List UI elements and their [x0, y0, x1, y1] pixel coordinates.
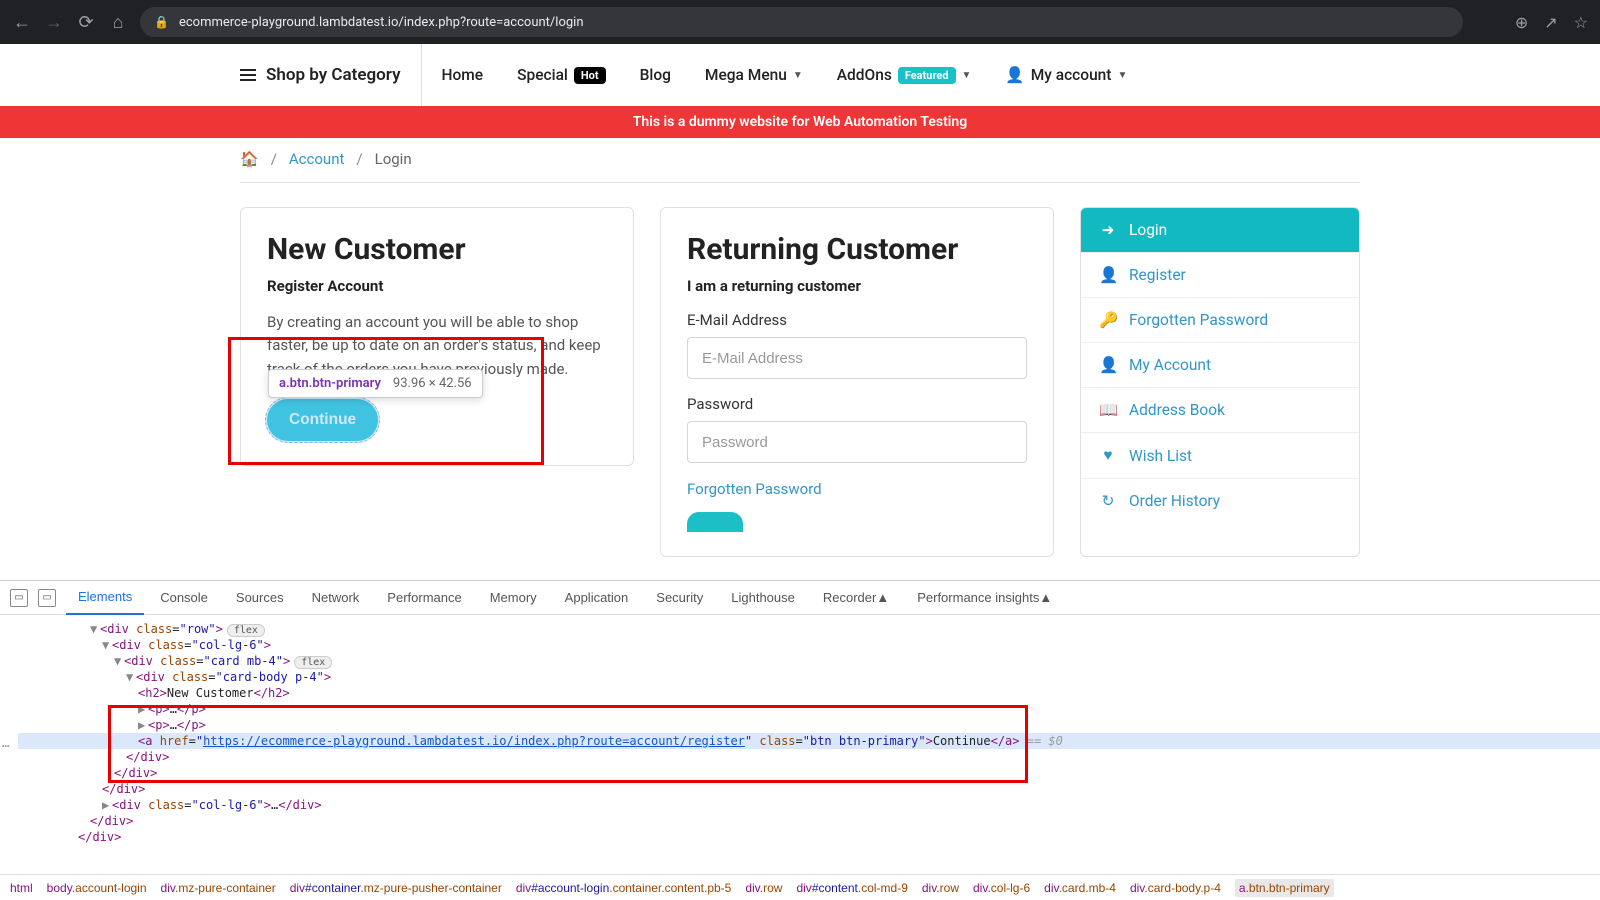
reload-icon[interactable]: ⟳ [76, 12, 96, 33]
tab-perf-insights[interactable]: Performance insights ▲ [905, 581, 1064, 615]
announcement-banner: This is a dummy website for Web Automati… [0, 106, 1600, 138]
sidebar-wish-list[interactable]: ♥ Wish List [1081, 433, 1359, 479]
main-nav: Shop by Category Home Special Hot Blog M… [240, 44, 1360, 106]
back-icon[interactable]: ← [12, 12, 32, 33]
breadcrumb-login: Login [375, 150, 412, 168]
selected-dom-node[interactable]: <a href="https://ecommerce-playground.la… [18, 733, 1600, 749]
tab-sources[interactable]: Sources [224, 581, 296, 615]
tab-recorder[interactable]: Recorder ▲ [811, 581, 901, 615]
dom-breadcrumb[interactable]: html body.account-login div.mz-pure-cont… [0, 874, 1600, 900]
sidebar-my-account[interactable]: 👤 My Account [1081, 343, 1359, 388]
url-text: ecommerce-playground.lambdatest.io/index… [179, 15, 584, 30]
nav-blog[interactable]: Blog [640, 66, 671, 84]
sidebar-login[interactable]: ➜ Login [1081, 208, 1359, 253]
sidebar-address-book[interactable]: 📖 Address Book [1081, 388, 1359, 433]
account-sidebar: ➜ Login 👤 Register 🔑 Forgotten Password … [1080, 207, 1360, 557]
user-icon: 👤 [1005, 66, 1024, 84]
tab-memory[interactable]: Memory [478, 581, 549, 615]
returning-subtitle: I am a returning customer [687, 277, 1027, 295]
chevron-down-icon: ▼ [1117, 70, 1127, 81]
nav-home[interactable]: Home [442, 66, 484, 84]
elements-tree[interactable]: ▼<div class="row">flex ▼<div class="col-… [0, 615, 1600, 867]
shop-label: Shop by Category [266, 65, 401, 85]
password-label: Password [687, 395, 1027, 413]
password-input[interactable] [687, 421, 1027, 463]
gutter-ellipsis: ⋯ [2, 739, 9, 753]
email-label: E-Mail Address [687, 311, 1027, 329]
continue-button[interactable]: Continue [267, 399, 378, 441]
shop-by-category[interactable]: Shop by Category [240, 44, 422, 106]
register-subtitle: Register Account [267, 277, 607, 295]
devtools-tabs: ▭ ▭ Elements Console Sources Network Per… [0, 581, 1600, 615]
nav-my-account[interactable]: 👤 My account▼ [1005, 66, 1127, 84]
breadcrumb-account[interactable]: Account [289, 150, 345, 168]
device-icon[interactable]: ▭ [38, 589, 56, 607]
new-customer-card: New Customer Register Account By creatin… [240, 207, 634, 466]
lock-icon: 🔒 [154, 15, 169, 29]
hamburger-icon [240, 69, 256, 81]
user-plus-icon: 👤 [1099, 266, 1117, 284]
home-icon[interactable]: ⌂ [108, 12, 128, 33]
nav-addons[interactable]: AddOns Featured ▼ [837, 66, 972, 84]
tab-network[interactable]: Network [300, 581, 372, 615]
tab-lighthouse[interactable]: Lighthouse [719, 581, 807, 615]
star-icon[interactable]: ☆ [1574, 13, 1588, 32]
book-icon: 📖 [1099, 401, 1117, 419]
address-bar[interactable]: 🔒 ecommerce-playground.lambdatest.io/ind… [140, 7, 1463, 37]
sidebar-forgot[interactable]: 🔑 Forgotten Password [1081, 298, 1359, 343]
user-icon: 👤 [1099, 356, 1117, 374]
email-input[interactable] [687, 337, 1027, 379]
sidebar-register[interactable]: 👤 Register [1081, 253, 1359, 298]
forward-icon[interactable]: → [44, 12, 64, 33]
login-icon: ➜ [1099, 221, 1117, 239]
featured-badge: Featured [898, 67, 956, 84]
share-icon[interactable]: ↗ [1544, 13, 1557, 32]
tab-elements[interactable]: Elements [66, 581, 144, 615]
tab-security[interactable]: Security [644, 581, 715, 615]
chevron-down-icon: ▼ [962, 70, 972, 81]
browser-toolbar: ← → ⟳ ⌂ 🔒 ecommerce-playground.lambdates… [0, 0, 1600, 44]
hot-badge: Hot [574, 67, 606, 84]
nav-special[interactable]: Special Hot [517, 66, 605, 84]
element-tooltip: a.btn.btn-primary 93.96 × 42.56 [268, 369, 483, 398]
sidebar-order-history[interactable]: ↻ Order History [1081, 479, 1359, 523]
returning-customer-card: Returning Customer I am a returning cust… [660, 207, 1054, 557]
forgot-password-link[interactable]: Forgotten Password [687, 480, 822, 498]
heart-icon: ♥ [1099, 446, 1117, 465]
tab-application[interactable]: Application [553, 581, 641, 615]
key-icon: 🔑 [1099, 311, 1117, 329]
devtools-panel: ▭ ▭ Elements Console Sources Network Per… [0, 580, 1600, 900]
login-button-partial[interactable] [687, 512, 743, 532]
nav-mega-menu[interactable]: Mega Menu▼ [705, 66, 803, 84]
history-icon: ↻ [1099, 492, 1117, 510]
breadcrumb: 🏠 / Account / Login [240, 138, 1360, 183]
tab-console[interactable]: Console [148, 581, 220, 615]
new-customer-title: New Customer [267, 232, 607, 267]
tab-performance[interactable]: Performance [375, 581, 473, 615]
inspect-icon[interactable]: ▭ [10, 589, 28, 607]
returning-title: Returning Customer [687, 232, 1027, 267]
zoom-icon[interactable]: ⊕ [1515, 13, 1528, 32]
home-icon[interactable]: 🏠 [240, 150, 259, 168]
chevron-down-icon: ▼ [793, 70, 803, 81]
